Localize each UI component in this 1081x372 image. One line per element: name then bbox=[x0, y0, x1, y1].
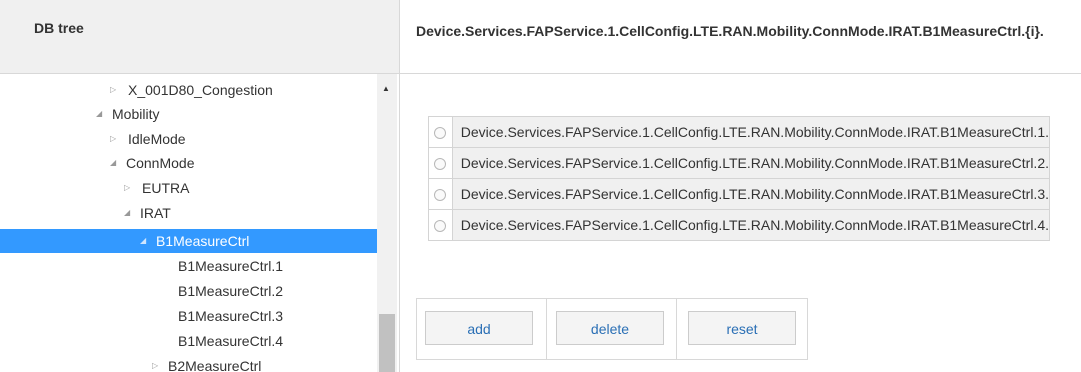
table-row[interactable]: Device.Services.FAPService.1.CellConfig.… bbox=[428, 178, 1051, 210]
instance-path: Device.Services.FAPService.1.CellConfig.… bbox=[451, 116, 1051, 148]
tree-item-label: B1MeasureCtrl.2 bbox=[178, 283, 284, 299]
object-path-title: Device.Services.FAPService.1.CellConfig.… bbox=[416, 23, 1044, 39]
tree-item-label: B1MeasureCtrl.1 bbox=[178, 258, 284, 274]
triangle-down-icon[interactable]: ◢ bbox=[124, 201, 136, 225]
tree-item-label: B2MeasureCtrl bbox=[168, 358, 262, 372]
instances-table: Device.Services.FAPService.1.CellConfig.… bbox=[428, 116, 1051, 241]
tree-item-label: B1MeasureCtrl.4 bbox=[178, 333, 284, 349]
reset-button[interactable]: reset bbox=[688, 311, 796, 345]
tree-item-label: Mobility bbox=[112, 106, 160, 122]
scrollbar-thumb[interactable] bbox=[379, 314, 395, 372]
instances-panel: Device.Services.FAPService.1.CellConfig.… bbox=[400, 74, 1081, 372]
tree-scrollbar[interactable]: ▲ bbox=[377, 74, 397, 372]
radio-cell[interactable] bbox=[428, 116, 453, 148]
table-row[interactable]: Device.Services.FAPService.1.CellConfig.… bbox=[428, 147, 1051, 179]
scroll-up-icon[interactable]: ▲ bbox=[382, 84, 390, 93]
tree-item-irat[interactable]: ◢ IRAT bbox=[0, 201, 377, 225]
instance-path: Device.Services.FAPService.1.CellConfig.… bbox=[451, 147, 1051, 179]
add-button[interactable]: add bbox=[425, 311, 533, 345]
instance-radio[interactable] bbox=[434, 158, 447, 171]
tree-item-label: X_001D80_Congestion bbox=[128, 82, 273, 98]
triangle-right-icon[interactable]: ▷ bbox=[110, 127, 122, 151]
tree-item-b1measurectrl-2[interactable]: B1MeasureCtrl.2 bbox=[0, 279, 377, 303]
db-tree-header: DB tree bbox=[0, 0, 400, 74]
button-divider bbox=[546, 299, 547, 359]
delete-button[interactable]: delete bbox=[556, 311, 664, 345]
instance-radio[interactable] bbox=[434, 189, 447, 202]
instance-path: Device.Services.FAPService.1.CellConfig.… bbox=[451, 209, 1051, 241]
tree-item-eutra[interactable]: ▷ EUTRA bbox=[0, 176, 377, 200]
tree-item-b1measurectrl-4[interactable]: B1MeasureCtrl.4 bbox=[0, 329, 377, 353]
triangle-down-icon[interactable]: ◢ bbox=[110, 151, 122, 175]
tree-item-label: B1MeasureCtrl.3 bbox=[178, 308, 284, 324]
radio-cell[interactable] bbox=[428, 147, 453, 179]
triangle-right-icon[interactable]: ▷ bbox=[152, 354, 164, 372]
button-divider bbox=[676, 299, 677, 359]
tree-item-x-001d80-congestion[interactable]: ▷ X_001D80_Congestion bbox=[0, 78, 377, 102]
tree-item-b2measurectrl[interactable]: ▷ B2MeasureCtrl bbox=[0, 354, 377, 372]
table-row[interactable]: Device.Services.FAPService.1.CellConfig.… bbox=[428, 116, 1051, 148]
tree-item-label: B1MeasureCtrl bbox=[156, 233, 250, 249]
instance-radio[interactable] bbox=[434, 220, 447, 233]
instance-path: Device.Services.FAPService.1.CellConfig.… bbox=[451, 178, 1051, 210]
table-row[interactable]: Device.Services.FAPService.1.CellConfig.… bbox=[428, 209, 1051, 241]
triangle-down-icon[interactable]: ◢ bbox=[140, 229, 152, 253]
tree-item-label: EUTRA bbox=[142, 180, 190, 196]
tree-item-b1measurectrl[interactable]: ◢ B1MeasureCtrl bbox=[0, 229, 377, 253]
radio-cell[interactable] bbox=[428, 209, 453, 241]
triangle-down-icon[interactable]: ◢ bbox=[96, 102, 108, 126]
tree-item-mobility[interactable]: ◢ Mobility bbox=[0, 102, 377, 126]
action-buttons: add delete reset bbox=[416, 298, 808, 360]
triangle-right-icon[interactable]: ▷ bbox=[124, 176, 136, 200]
tree-item-b1measurectrl-1[interactable]: B1MeasureCtrl.1 bbox=[0, 254, 377, 278]
tree-item-b1measurectrl-3[interactable]: B1MeasureCtrl.3 bbox=[0, 304, 377, 328]
tree-item-label: ConnMode bbox=[126, 155, 195, 171]
tree-item-label: IdleMode bbox=[128, 131, 186, 147]
tree-item-label: IRAT bbox=[140, 205, 171, 221]
triangle-right-icon[interactable]: ▷ bbox=[110, 78, 122, 102]
tree-item-connmode[interactable]: ◢ ConnMode bbox=[0, 151, 377, 175]
tree-item-idlemode[interactable]: ▷ IdleMode bbox=[0, 127, 377, 151]
instance-radio[interactable] bbox=[434, 127, 447, 140]
db-tree-title: DB tree bbox=[34, 20, 84, 36]
object-path-header: Device.Services.FAPService.1.CellConfig.… bbox=[400, 0, 1081, 74]
db-tree: ▷ X_001D80_Congestion ◢ Mobility ▷ IdleM… bbox=[0, 74, 400, 372]
radio-cell[interactable] bbox=[428, 178, 453, 210]
